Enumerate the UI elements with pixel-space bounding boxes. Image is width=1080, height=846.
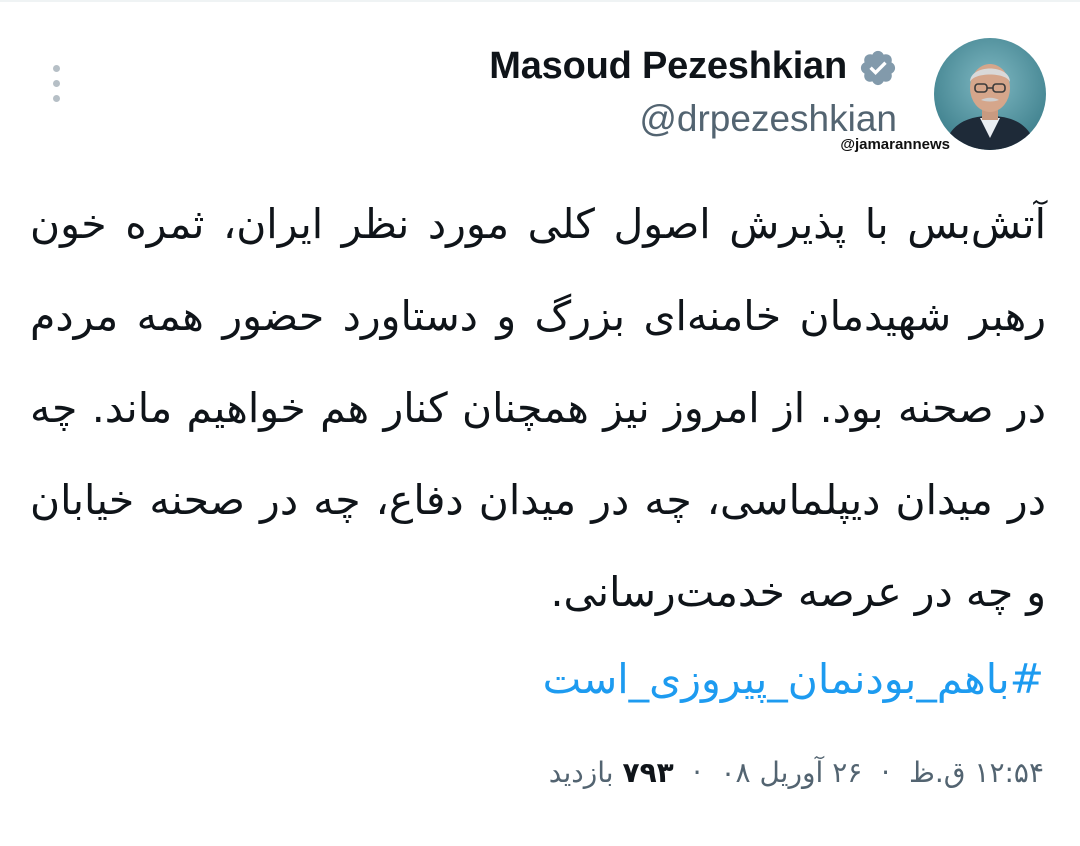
- top-divider: [0, 0, 1080, 2]
- hashtag-link[interactable]: #باهم_بودنمان_پیروزی_است: [543, 644, 1044, 714]
- meta-separator: ·: [881, 756, 891, 789]
- more-options-button[interactable]: [34, 58, 78, 108]
- avatar[interactable]: [934, 38, 1046, 150]
- verified-badge-icon: [860, 50, 896, 86]
- more-vertical-icon: [52, 64, 60, 72]
- tweet-time[interactable]: ۱۲:۵۴ ق.ظ: [909, 756, 1044, 789]
- author-display-name[interactable]: Masoud Pezeshkian: [489, 42, 847, 90]
- more-vertical-icon-dot: [52, 94, 60, 102]
- views-label: بازدید: [548, 756, 614, 789]
- avatar-image: [934, 38, 1046, 150]
- views-count: ۷۹۳: [622, 756, 674, 789]
- tweet-text: آتش‌بس با پذیرش اصول کلی مورد نظر ایران،…: [30, 200, 1046, 616]
- watermark: @jamarannews: [840, 136, 950, 153]
- tweet-meta: ۱۲:۵۴ ق.ظ · ۲۶ آوریل ۰۸ · ۷۹۳ بازدید: [549, 748, 1044, 798]
- more-vertical-icon-dot: [52, 79, 60, 87]
- tweet-date[interactable]: ۲۶ آوریل ۰۸: [720, 756, 862, 789]
- meta-separator: ·: [692, 756, 702, 789]
